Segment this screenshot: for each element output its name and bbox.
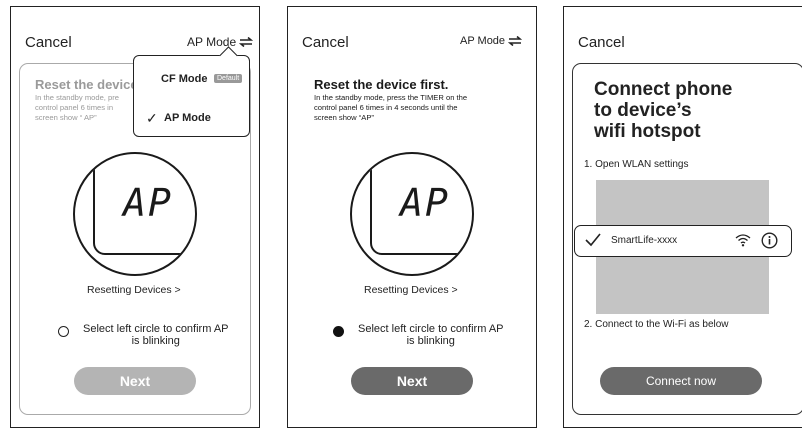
swap-arrows-icon	[239, 37, 254, 47]
next-button[interactable]: Next	[351, 367, 473, 395]
cancel-button[interactable]: Cancel	[302, 34, 349, 51]
step-open-wlan: 1. Open WLAN settings	[584, 159, 689, 170]
mode-switch-button[interactable]: AP Mode	[187, 35, 254, 49]
lcd-display-illustration: AP	[350, 152, 474, 276]
confirm-radio[interactable]	[333, 326, 344, 337]
info-icon[interactable]	[761, 232, 778, 254]
cancel-button[interactable]: Cancel	[25, 34, 72, 51]
wifi-network-name: SmartLife-xxxx	[611, 235, 678, 246]
confirm-row: Select left circle to confirm AP is blin…	[333, 323, 504, 347]
reset-description: In the standby mode, press the TIMER on …	[314, 93, 468, 122]
mode-switch-button[interactable]: AP Mode	[460, 35, 523, 47]
resetting-devices-link[interactable]: Resetting Devices >	[364, 284, 458, 296]
screen-connect-hotspot: Cancel Connect phone to device’s wifi ho…	[563, 6, 802, 428]
reset-title: Reset the device first.	[314, 77, 449, 92]
confirm-text: Select left circle to confirm AP is blin…	[358, 323, 504, 347]
confirm-row: Select left circle to confirm AP is blin…	[58, 323, 229, 347]
check-icon: ✓	[146, 110, 158, 126]
screen-reset-device: Cancel AP Mode Reset the device first. I…	[287, 6, 537, 428]
step-connect-wifi: 2. Connect to the Wi-Fi as below	[584, 319, 729, 330]
connect-now-button[interactable]: Connect now	[600, 367, 762, 395]
mode-label: AP Mode	[460, 35, 506, 47]
resetting-devices-link[interactable]: Resetting Devices >	[87, 284, 181, 296]
wifi-icon	[735, 233, 751, 252]
confirm-text: Select left circle to confirm AP is blin…	[83, 323, 229, 347]
default-badge: Default	[214, 74, 243, 83]
wifi-network-row[interactable]: SmartLife-xxxx	[574, 225, 792, 257]
reset-title: Reset the device	[35, 77, 138, 92]
lcd-text: AP	[123, 181, 173, 225]
next-button[interactable]: Next	[74, 367, 196, 395]
lcd-text: AP	[400, 181, 450, 225]
option-ap-mode[interactable]: AP Mode	[164, 112, 211, 124]
swap-arrows-icon	[508, 36, 523, 46]
lcd-display-illustration: AP	[73, 152, 197, 276]
option-cf-mode[interactable]: CF Mode	[161, 73, 207, 85]
connect-title: Connect phone to device’s wifi hotspot	[594, 79, 733, 142]
cancel-button[interactable]: Cancel	[578, 34, 625, 51]
check-icon	[585, 233, 601, 252]
mode-dropdown: CF Mode Default ✓ AP Mode	[133, 46, 250, 137]
screen-mode-select: Cancel AP Mode Reset the device In the s…	[10, 6, 260, 428]
confirm-radio[interactable]	[58, 326, 69, 337]
